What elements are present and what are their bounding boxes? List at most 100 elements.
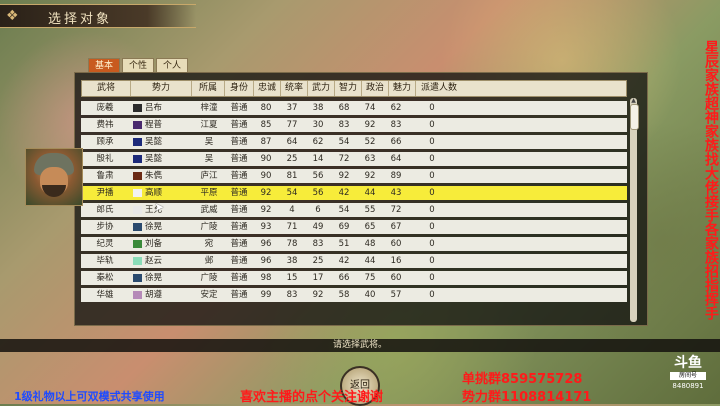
ornament-icon: ❖	[6, 8, 19, 24]
leadership-cell: 77	[286, 120, 298, 130]
leadership-cell: 54	[286, 188, 298, 198]
logo-room-label: 房间号	[670, 372, 706, 380]
intelligence-cell: 68	[338, 103, 350, 113]
war-cell: 30	[312, 120, 324, 130]
loyalty-cell: 93	[260, 222, 272, 232]
officer-portrait	[25, 148, 83, 206]
force-name-cell: 赵云	[129, 254, 193, 268]
header-status[interactable]: 身份	[225, 81, 254, 96]
loyalty-cell: 98	[260, 273, 272, 283]
status-cell: 普通	[230, 256, 248, 266]
scrollbar-thumb[interactable]	[630, 104, 639, 130]
scrollbar-track[interactable]	[630, 98, 637, 322]
force-name-cell: 程普	[129, 118, 193, 132]
intelligence-cell: 83	[338, 120, 350, 130]
dispatch-count-cell: 0	[429, 239, 435, 249]
table-row[interactable]: 尹播 高顺 平原 普通 92 54 56 42 44 43 0	[81, 186, 627, 200]
status-cell: 普通	[230, 239, 248, 249]
table-row[interactable]: 费祎 程普 江夏 普通 85 77 30 83 92 83 0	[81, 118, 627, 132]
status-cell: 普通	[230, 120, 248, 130]
charisma-cell: 16	[390, 256, 402, 266]
intelligence-cell: 58	[338, 290, 350, 300]
tab-personal[interactable]: 个人	[156, 58, 189, 73]
header-force[interactable]: 势力	[131, 81, 192, 96]
belong-city-cell: 广陵	[200, 222, 218, 232]
dispatch-count-cell: 0	[429, 290, 435, 300]
force-name-cell: 吕布	[129, 101, 193, 115]
force-label: 程普	[145, 120, 163, 130]
header-intelligence[interactable]: 智力	[335, 81, 362, 96]
table-row[interactable]: 纪灵 刘备 宛 普通 96 78 83 51 48 60 0	[81, 237, 627, 251]
table-row[interactable]: 秦松 徐晃 广陵 普通 98 15 17 66 75 60 0	[81, 271, 627, 285]
leadership-cell: 25	[286, 154, 298, 164]
politics-cell: 75	[364, 273, 376, 283]
loyalty-cell: 96	[260, 256, 272, 266]
table-header: 武将 势力 所属 身份 忠诚 统率 武力 智力 政治 魅力 派遣人数	[81, 80, 627, 97]
force-color-swatch	[133, 240, 142, 248]
header-war[interactable]: 武力	[308, 81, 335, 96]
header-charisma[interactable]: 魅力	[389, 81, 416, 96]
status-cell: 普通	[230, 137, 248, 147]
loyalty-cell: 85	[260, 120, 272, 130]
tab-bar: 基本 个性 个人	[88, 58, 189, 73]
header-dispatch[interactable]: 派遣人数	[416, 81, 462, 96]
stream-overlay-gift-note: 1级礼物以上可双模式共享使用	[14, 390, 165, 403]
header-politics[interactable]: 政治	[362, 81, 389, 96]
officer-name-cell: 顾承	[96, 137, 114, 147]
dispatch-count-cell: 0	[429, 120, 435, 130]
loyalty-cell: 90	[260, 154, 272, 164]
force-name-cell: 朱儁	[129, 169, 193, 183]
officer-name-cell: 秦松	[96, 273, 114, 283]
charisma-cell: 60	[390, 273, 402, 283]
force-label: 赵云	[145, 256, 163, 266]
charisma-cell: 67	[390, 222, 402, 232]
politics-cell: 92	[364, 171, 376, 181]
table-row[interactable]: 顾承 吴懿 吴 普通 87 64 62 54 52 66 0	[81, 135, 627, 149]
intelligence-cell: 72	[338, 154, 350, 164]
officer-table: 武将 势力 所属 身份 忠诚 统率 武力 智力 政治 魅力 派遣人数 庞羲 吕布 梓…	[81, 80, 627, 305]
politics-cell: 55	[364, 205, 376, 215]
leadership-cell: 64	[286, 137, 298, 147]
status-cell: 普通	[230, 171, 248, 181]
belong-city-cell: 广陵	[200, 273, 218, 283]
force-name-cell: 徐晃	[129, 220, 193, 234]
table-row[interactable]: 鲁肃 朱儁 庐江 普通 90 81 56 92 92 89 0	[81, 169, 627, 183]
logo-mark: 斗鱼	[674, 355, 702, 371]
leadership-cell: 37	[286, 103, 298, 113]
loyalty-cell: 99	[260, 290, 272, 300]
stream-overlay-duel-group: 单挑群859575728	[462, 372, 583, 387]
force-color-swatch	[133, 291, 142, 299]
table-row[interactable]: 庞羲 吕布 梓潼 普通 80 37 38 68 74 62 0	[81, 101, 627, 115]
status-cell: 普通	[230, 188, 248, 198]
force-color-swatch	[133, 172, 142, 180]
charisma-cell: 43	[390, 188, 402, 198]
belong-city-cell: 庐江	[200, 171, 218, 181]
table-row[interactable]: 殷礼 吴懿 吴 普通 90 25 14 72 63 64 0	[81, 152, 627, 166]
belong-city-cell: 邺	[204, 256, 214, 266]
charisma-cell: 60	[390, 239, 402, 249]
dispatch-count-cell: 0	[429, 103, 435, 113]
header-leadership[interactable]: 统率	[281, 81, 308, 96]
officer-name-cell: 殷礼	[96, 154, 114, 164]
table-row[interactable]: 毕轨 赵云 邺 普通 96 38 25 42 44 16 0	[81, 254, 627, 268]
war-cell: 6	[315, 205, 321, 215]
title-bar: ❖ 选择对象	[0, 4, 196, 28]
officer-name-cell: 尹播	[96, 188, 114, 198]
leadership-cell: 83	[286, 290, 298, 300]
belong-city-cell: 梓潼	[200, 103, 218, 113]
header-belong[interactable]: 所属	[192, 81, 225, 96]
status-cell: 普通	[230, 154, 248, 164]
leadership-cell: 4	[289, 205, 295, 215]
tab-basic[interactable]: 基本	[88, 58, 121, 73]
header-loyalty[interactable]: 忠诚	[254, 81, 281, 96]
leadership-cell: 78	[286, 239, 298, 249]
table-row[interactable]: 步协 徐晃 广陵 普通 93 71 49 69 65 67 0	[81, 220, 627, 234]
table-row[interactable]: 华雄 胡遵 安定 普通 99 83 92 58 40 57 0	[81, 288, 627, 302]
force-label: 吴懿	[145, 137, 163, 147]
officer-name-cell: 费祎	[96, 120, 114, 130]
header-officer[interactable]: 武将	[82, 81, 131, 96]
stream-overlay-follow: 喜欢主播的点个关注谢谢	[240, 390, 384, 405]
force-label: 徐晃	[145, 222, 163, 232]
war-cell: 17	[312, 273, 324, 283]
tab-personality[interactable]: 个性	[122, 58, 155, 73]
